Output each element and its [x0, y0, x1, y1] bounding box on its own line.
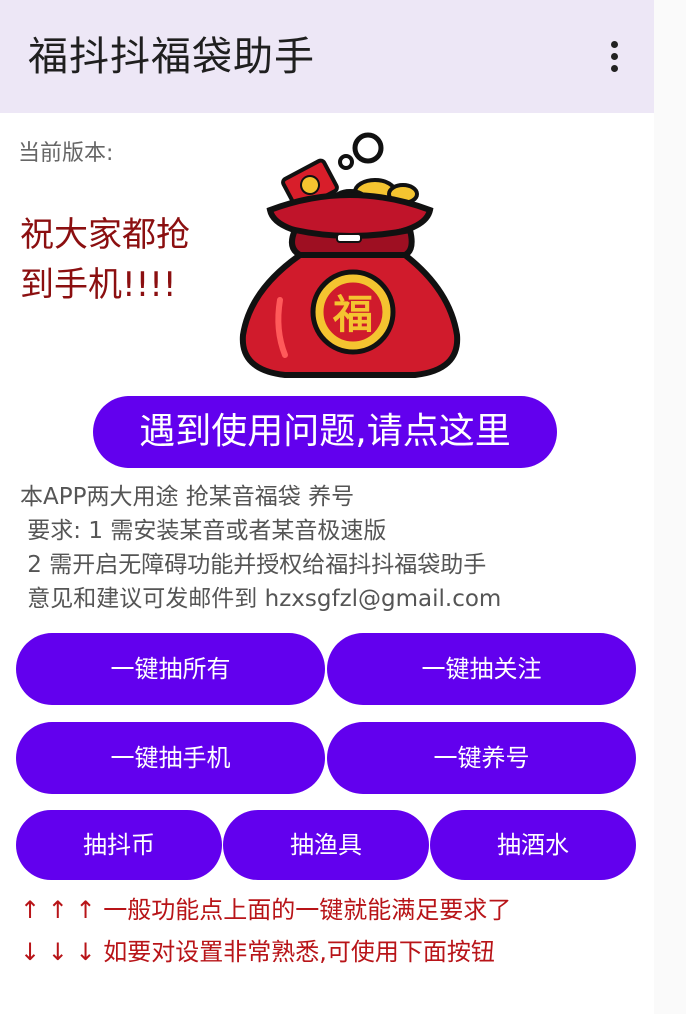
grab-follow-button[interactable]: 一键抽关注 [327, 633, 636, 705]
keep-account-button[interactable]: 一键养号 [327, 722, 636, 794]
bag-character: 福 [332, 292, 373, 338]
more-vert-icon[interactable] [596, 32, 632, 80]
info-line-3: 2 需开启无障碍功能并授权给福抖抖福袋助手 [20, 552, 487, 578]
greeting-line-1: 祝大家都抢 [20, 215, 190, 255]
hint-up-text: ↑ ↑ ↑ 一般功能点上面的一键就能满足要求了 [20, 896, 512, 924]
greeting-line-2: 到手机!!!! [20, 265, 177, 305]
grab-coins-button[interactable]: 抽抖币 [16, 810, 222, 880]
app-title: 福抖抖福袋助手 [28, 34, 315, 80]
app-bar: 福抖抖福袋助手 [0, 0, 654, 113]
grab-drinks-button[interactable]: 抽酒水 [430, 810, 636, 880]
right-gutter [654, 0, 686, 1014]
info-line-1: 本APP两大用途 抢某音福袋 养号 [20, 484, 355, 510]
info-line-2: 要求: 1 需安装某音或者某音极速版 [20, 518, 387, 544]
greeting-text: 祝大家都抢 到手机!!!! [20, 210, 220, 310]
hint-down-text: ↓ ↓ ↓ 如要对设置非常熟悉,可使用下面按钮 [20, 938, 495, 966]
grab-all-button[interactable]: 一键抽所有 [16, 633, 325, 705]
grab-phone-button[interactable]: 一键抽手机 [16, 722, 325, 794]
lucky-bag-icon: 福 [239, 132, 461, 378]
help-button[interactable]: 遇到使用问题,请点这里 [93, 396, 557, 468]
info-line-4: 意见和建议可发邮件到 hzxsgfzl@gmail.com [20, 586, 502, 612]
grab-fishing-button[interactable]: 抽渔具 [223, 810, 429, 880]
version-label: 当前版本: [18, 141, 114, 166]
